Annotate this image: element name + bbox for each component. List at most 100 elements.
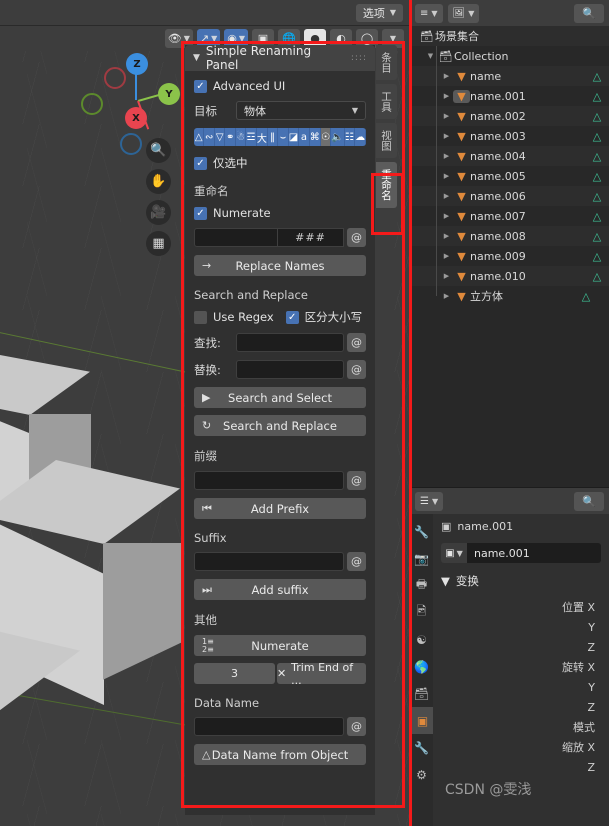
replace-row[interactable]: 替换: @ (194, 360, 366, 379)
navigation-gizmo[interactable]: Z Y X (81, 45, 181, 155)
object-name[interactable]: name.010 (470, 270, 585, 283)
object-name[interactable]: name (470, 70, 585, 83)
add-prefix-button[interactable]: ⏮ Add Prefix (194, 498, 366, 519)
object-name[interactable]: name.008 (470, 230, 585, 243)
empty-type-icon[interactable]: ‖ (267, 128, 279, 146)
numerate-field-row[interactable]: ### @ (194, 228, 366, 247)
find-input[interactable] (236, 333, 344, 352)
gizmo-axis-x[interactable]: X (125, 107, 147, 129)
expand-triangle-icon[interactable]: ▶ (440, 172, 453, 180)
object-name[interactable]: name.001 (470, 90, 585, 103)
search-icon[interactable]: 🔍 (574, 491, 604, 511)
suffix-input[interactable] (194, 552, 344, 571)
hair-type-icon[interactable]: ☷ (344, 128, 356, 146)
data-name-field-row[interactable]: @ (194, 717, 366, 736)
only-selected-checkbox[interactable]: ✓ (194, 156, 207, 170)
prefix-input[interactable] (194, 471, 344, 490)
target-dropdown[interactable]: 物体 ▼ (236, 101, 366, 120)
scene-collection-row[interactable]: 🗃 场景集合 (410, 26, 609, 46)
object-name[interactable]: name.002 (470, 110, 585, 123)
object-type-filter-row[interactable]: △ ∾ ▽ ⚭ ☃ ☲ 大 ‖ ⌣ ◪ a ⌘ ☉ 🔈 ☷ ☁ (194, 128, 366, 146)
hand-icon[interactable]: ✋ (146, 169, 171, 194)
light-type-icon[interactable]: a (299, 128, 310, 146)
object-name-field[interactable]: ▣ ▼ name.001 (441, 543, 601, 563)
mesh-data-icon[interactable]: △ (585, 130, 609, 143)
match-case-checkbox[interactable]: ✓ (285, 310, 299, 324)
outliner-item[interactable]: ▶ ▼ name.004 △ (410, 146, 609, 166)
outliner-item[interactable]: ▶ ▼ name.007 △ (410, 206, 609, 226)
expand-triangle-icon[interactable]: ▶ (440, 192, 453, 200)
tool-properties-tab[interactable]: 🔧 (410, 518, 433, 545)
object-data-icon[interactable]: ▣ ▼ (441, 543, 467, 563)
search-and-replace-button[interactable]: ↻ Search and Replace (194, 415, 366, 436)
tab-tool[interactable]: 工具 (376, 84, 397, 119)
tab-item[interactable]: 条目 (376, 45, 397, 80)
drag-grip-icon[interactable]: :::: (351, 53, 367, 62)
camera-type-icon[interactable]: ◪ (288, 128, 300, 146)
add-suffix-button[interactable]: ⏭ Add suffix (194, 579, 366, 600)
speaker-type-icon[interactable]: ⌘ (309, 128, 321, 146)
outliner-item[interactable]: ▶ ▼ name.010 △ (410, 266, 609, 286)
mesh-type-icon[interactable]: △ (194, 128, 205, 146)
outliner-item[interactable]: ▶ ▼ name.006 △ (410, 186, 609, 206)
volume-type-icon[interactable]: 🔈 (331, 128, 345, 146)
mesh-data-icon[interactable]: △ (585, 190, 609, 203)
prefix-field-row[interactable]: @ (194, 471, 366, 490)
replace-names-button[interactable]: → Replace Names (194, 255, 366, 276)
numerate-input[interactable] (194, 228, 278, 247)
tab-view[interactable]: 视图 (376, 123, 397, 158)
object-name-input[interactable]: name.001 (467, 543, 601, 563)
suffix-field-row[interactable]: @ (194, 552, 366, 571)
properties-content[interactable]: ▣ name.001 ▣ ▼ name.001 ▼ 变换 位置 X Y Z 旋转 … (433, 514, 609, 826)
search-and-select-button[interactable]: ▶ Search and Select (194, 387, 366, 408)
viewport-tool-buttons[interactable]: 🔍 ✋ 🎥 ▦ (146, 138, 171, 256)
world-properties-tab[interactable]: 🌎 (410, 653, 433, 680)
outliner-item[interactable]: ▶ ▼ name △ (410, 66, 609, 86)
mesh-data-icon[interactable]: △ (585, 270, 609, 283)
object-name[interactable]: name.004 (470, 150, 585, 163)
replace-input[interactable] (236, 360, 344, 379)
armature-type-icon[interactable]: ☲ (246, 128, 257, 146)
gizmo-axis-neg-x[interactable] (104, 67, 126, 89)
only-selected-row[interactable]: ✓ 仅选中 (194, 155, 366, 171)
simple-renaming-panel[interactable]: ▼ Simple Renaming Panel :::: ✓ Advanced … (185, 45, 375, 815)
find-row[interactable]: 查找: @ (194, 333, 366, 352)
outliner-tree[interactable]: 🗃 场景集合 ▼ 🗃 Collection ▶ ▼ name △ ▶ ▼ nam (410, 26, 609, 306)
object-properties-tab[interactable]: ▣ (410, 707, 433, 734)
scene-properties-tab[interactable]: ☯ (410, 626, 433, 653)
properties-editor[interactable]: ☰ ▼ 🔍 🔧 📷 🖶 🖻 ☯ 🌎 🗃 ▣ 🔧 ⚙ ▣ name.001 ▣ ▼… (409, 487, 609, 826)
outliner-item[interactable]: ▶ ▼ name.009 △ (410, 246, 609, 266)
collapse-triangle-icon[interactable]: ▼ (441, 574, 450, 588)
expand-triangle-icon[interactable]: ▶ (440, 132, 453, 140)
outliner-editor[interactable]: ≡▼ 🖼▼ 🔍 🗃 场景集合 ▼ 🗃 Collection ▶ ▼ name (409, 0, 609, 487)
render-properties-tab[interactable]: 📷 (410, 545, 433, 572)
numerate-hash-display[interactable]: ### (278, 228, 344, 247)
object-name[interactable]: name.006 (470, 190, 585, 203)
view-layer-properties-tab[interactable]: 🖻 (410, 599, 433, 626)
outliner-item[interactable]: ▶ ▼ 立方体 △ (410, 286, 609, 306)
metaball-type-icon[interactable]: ⚭ (225, 128, 236, 146)
gizmo-axis-z[interactable]: Z (126, 53, 148, 75)
expand-triangle-icon[interactable]: ▶ (440, 292, 453, 300)
search-icon[interactable]: 🔍 (574, 3, 604, 23)
panel-header[interactable]: ▼ Simple Renaming Panel :::: (185, 45, 375, 72)
expand-triangle-icon[interactable]: ▶ (440, 272, 453, 280)
gizmo-axis-neg-y[interactable] (81, 93, 103, 115)
trim-count-input[interactable]: 3 (194, 663, 275, 684)
properties-tab-strip[interactable]: 🔧 📷 🖶 🖻 ☯ 🌎 🗃 ▣ 🔧 ⚙ (410, 514, 433, 826)
numerate-row[interactable]: ✓ Numerate (194, 206, 366, 220)
curve-type-icon[interactable]: ∾ (204, 128, 215, 146)
camera-icon[interactable]: 🎥 (146, 200, 171, 225)
options-button[interactable]: 选项 ▼ (355, 3, 403, 22)
advanced-ui-checkbox[interactable]: ✓ (194, 79, 207, 93)
at-symbol-button[interactable]: @ (347, 471, 366, 490)
output-properties-tab[interactable]: 🖶 (410, 572, 433, 599)
mesh-data-icon[interactable]: △ (585, 210, 609, 223)
zoom-icon[interactable]: 🔍 (146, 138, 171, 163)
mesh-data-icon[interactable]: △ (585, 70, 609, 83)
lattice-type-icon[interactable]: 大 (256, 128, 268, 146)
gizmo-axis-y[interactable]: Y (158, 83, 180, 105)
properties-editor-type-icon[interactable]: ☰ ▼ (415, 491, 444, 511)
gizmo-axis-neg-z[interactable] (120, 133, 142, 155)
editor-type-icon[interactable]: ≡ ▼ (415, 3, 443, 23)
